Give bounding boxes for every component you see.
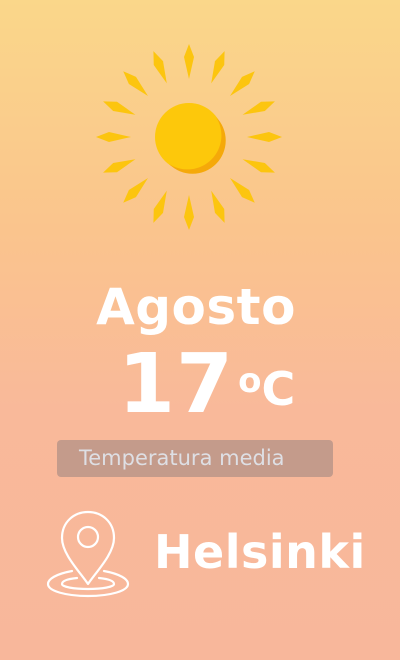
average-temperature-badge: Temperatura media xyxy=(57,440,333,477)
temperature-unit: oC xyxy=(238,361,295,412)
temperature-value: 17 xyxy=(118,337,235,432)
month-label: Agosto xyxy=(96,278,296,336)
sun-icon xyxy=(96,44,282,230)
celsius-letter: C xyxy=(261,362,296,416)
degree-symbol: o xyxy=(238,361,262,401)
weather-card: Agosto 17 oC Temperatura media Helsinki xyxy=(0,0,400,660)
temperature-display: 17 oC xyxy=(118,340,295,430)
map-pin-icon xyxy=(46,510,130,598)
city-name: Helsinki xyxy=(154,525,366,579)
